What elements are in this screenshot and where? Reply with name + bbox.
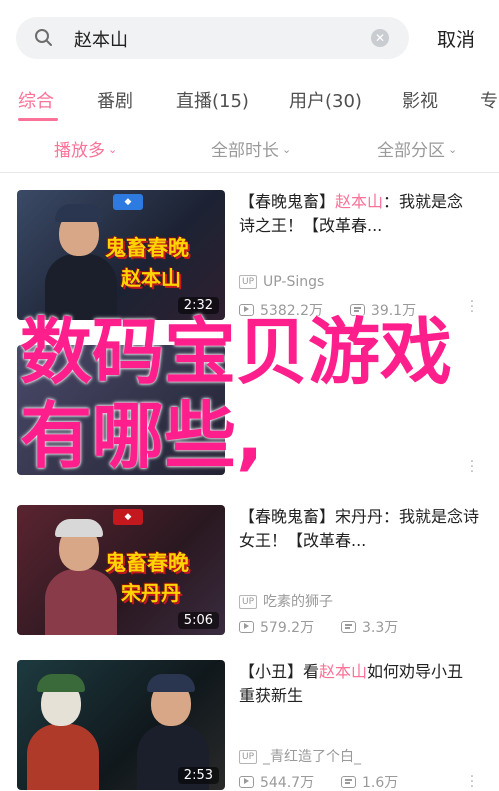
list-item[interactable]: 2:53 【小丑】看赵本山如何劝导小丑重获新生 UP _青红造了个白_ 544.7… [0,655,499,791]
cancel-button[interactable]: 取消 [437,25,475,52]
tab-live[interactable]: 直播(15) [176,87,249,113]
play-count: 579.2万 [260,620,315,636]
up-icon: UP [239,750,258,764]
video-title[interactable]: 【春晚鬼畜】赵本山：我就是念诗之王！【改革春... [239,190,479,238]
title-highlight: 赵本山 [335,192,384,211]
search-header: 赵本山 ✕ 取消 [0,0,499,78]
tab-bangumi[interactable]: 番剧 [97,87,133,113]
play-count-icon [239,776,254,788]
video-stats: 579.2万 3.3万 [239,617,398,637]
uploader[interactable]: UP UP-Sings [239,274,324,290]
uploader[interactable]: UP 吃素的狮子 [239,591,333,611]
danmaku-icon [341,621,356,633]
filter-duration-label: 全部时长 [211,141,279,161]
divider [0,172,499,173]
up-icon: UP [239,595,258,609]
video-duration: 2:53 [177,767,219,784]
title-text: 【小丑】看 [239,662,320,681]
uploader-name: _青红造了个白_ [263,749,362,765]
thumbnail-figure [27,674,99,790]
chevron-down-icon: ⌄ [108,143,118,156]
thumbnail-caption: 鬼畜春晚 [105,236,189,260]
play-count: 544.7万 [260,775,315,791]
title-text: 【春晚鬼畜】宋丹丹：我就是念诗女王！【改革春... [239,507,480,550]
channel-badge: ◆ [113,194,143,210]
active-tab-indicator [18,118,58,121]
list-item[interactable]: ◆ 鬼畜春晚 宋丹丹 5:06 【春晚鬼畜】宋丹丹：我就是念诗女王！【改革春..… [0,500,499,650]
tab-special[interactable]: 专 [480,87,498,113]
overlay-caption: 数码宝贝游戏有哪些, [20,310,453,478]
search-tabs: 综合 番剧 直播(15) 用户(30) 影视 专 [0,78,499,122]
uploader-name: UP-Sings [263,274,325,290]
up-icon: UP [239,275,258,289]
video-title[interactable]: 【小丑】看赵本山如何劝导小丑重获新生 [239,660,479,708]
search-input[interactable]: 赵本山 ✕ [16,17,409,59]
video-duration: 5:06 [177,612,219,629]
title-text: 【春晚鬼畜】 [239,192,336,211]
filter-duration[interactable]: 全部时长 ⌄ [211,136,291,161]
chevron-down-icon: ⌄ [282,143,292,156]
filter-zone-label: 全部分区 [377,141,445,161]
play-count-icon [239,621,254,633]
channel-badge: ◆ [113,509,143,525]
uploader-name: 吃素的狮子 [263,594,334,610]
filter-zone[interactable]: 全部分区 ⌄ [377,136,457,161]
thumbnail-caption: 宋丹丹 [121,581,181,605]
video-thumbnail[interactable]: ◆ 鬼畜春晚 宋丹丹 5:06 [17,505,225,635]
chevron-down-icon: ⌄ [448,143,458,156]
video-title[interactable]: 【春晚鬼畜】宋丹丹：我就是念诗女王！【改革春... [239,505,479,553]
tab-users[interactable]: 用户(30) [289,87,362,113]
more-icon[interactable]: · · · [469,770,475,791]
tab-film[interactable]: 影视 [402,87,438,113]
video-thumbnail[interactable]: 2:53 [17,660,225,790]
thumbnail-figure [45,204,117,320]
danmaku-count: 3.3万 [362,620,399,636]
filter-bar: 播放多 ⌄ 全部时长 ⌄ 全部分区 ⌄ [0,125,499,167]
clear-icon[interactable]: ✕ [371,29,389,47]
filter-sort[interactable]: 播放多 ⌄ [54,136,117,161]
search-icon [35,29,52,46]
video-thumbnail[interactable]: ◆ 鬼畜春晚 赵本山 2:32 [17,190,225,320]
thumbnail-caption: 鬼畜春晚 [105,551,189,575]
filter-sort-label: 播放多 [54,141,105,161]
danmaku-icon [341,776,356,788]
tab-all[interactable]: 综合 [18,87,54,113]
search-query: 赵本山 [74,30,128,51]
thumbnail-figure [45,519,117,635]
uploader[interactable]: UP _青红造了个白_ [239,746,361,766]
thumbnail-caption: 赵本山 [121,266,181,290]
video-stats: 544.7万 1.6万 [239,772,398,791]
title-highlight: 赵本山 [319,662,368,681]
danmaku-count: 1.6万 [362,775,399,791]
